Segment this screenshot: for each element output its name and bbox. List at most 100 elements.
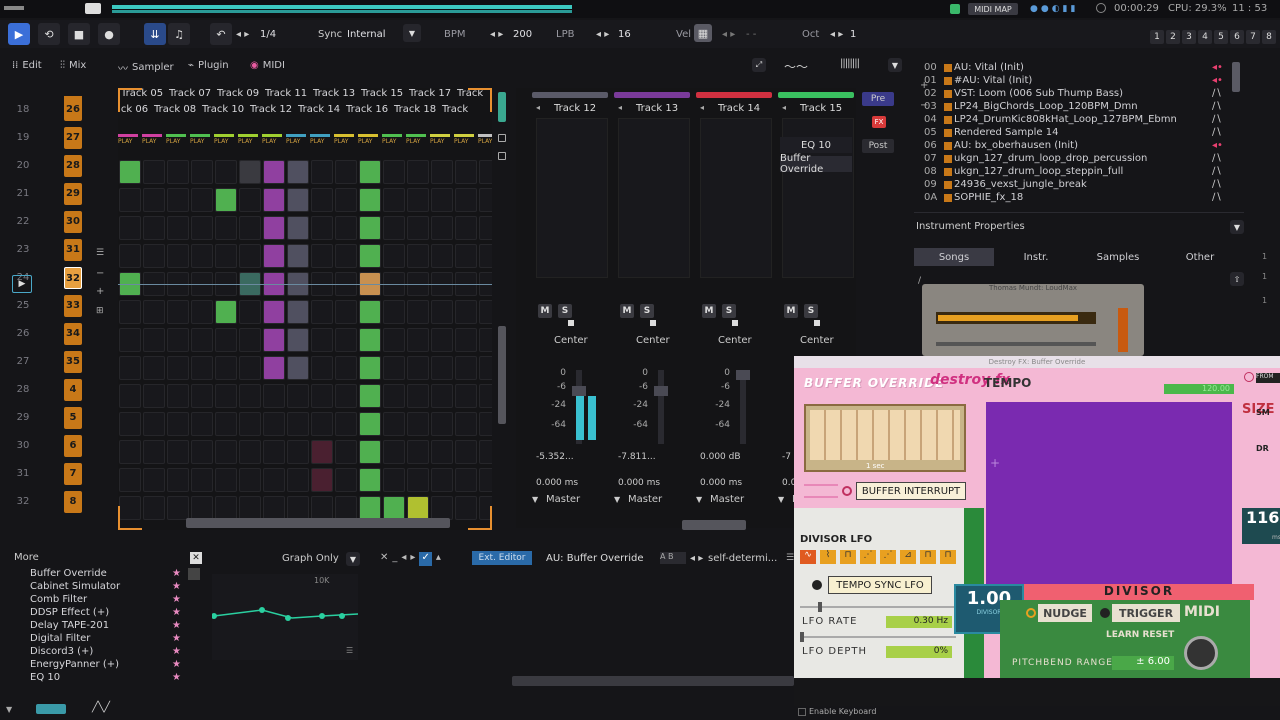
fader-handle[interactable]: [654, 386, 668, 396]
sequence-slot[interactable]: 5: [64, 407, 82, 429]
pattern-cell[interactable]: [167, 160, 189, 184]
route-arrow-icon[interactable]: ▼: [614, 495, 620, 504]
solo-button[interactable]: S: [640, 304, 654, 318]
pattern-cell[interactable]: [287, 300, 309, 324]
track-header-bottom[interactable]: Track 12: [250, 104, 292, 115]
pattern-cell[interactable]: [359, 160, 381, 184]
output-route[interactable]: Master: [710, 494, 744, 505]
pattern-cell[interactable]: [215, 384, 237, 408]
pattern-arrows[interactable]: ◂ ▸: [236, 29, 249, 40]
remove-icon[interactable]: −: [96, 268, 108, 280]
lfo-shapes[interactable]: ∿ ⌇ ⊓ ⋰ ⋰ ⊿ ⊓ ⊓: [800, 550, 956, 564]
pattern-cell[interactable]: [119, 384, 141, 408]
pattern-cell[interactable]: [191, 412, 213, 436]
instrument-name[interactable]: #AU: Vital (Init): [954, 75, 1032, 88]
pattern-cell[interactable]: [119, 412, 141, 436]
edit-mode[interactable]: ⁞⁞ Edit: [12, 60, 42, 71]
pattern-cell[interactable]: [359, 440, 381, 464]
sequence-slot[interactable]: 28: [64, 155, 82, 177]
browser-tab[interactable]: Instr.: [996, 248, 1076, 266]
pattern-cell[interactable]: [239, 216, 261, 240]
mixer-track-name[interactable]: Track 14: [718, 103, 760, 114]
matrix-vertical-scrollbar[interactable]: [498, 326, 506, 424]
pre-button[interactable]: Pre: [862, 92, 894, 106]
instrument-name[interactable]: Rendered Sample 14: [954, 127, 1058, 140]
lfo-triangle-icon[interactable]: ⌇: [820, 550, 836, 564]
pattern-cell[interactable]: [287, 244, 309, 268]
pattern-cell[interactable]: [143, 300, 165, 324]
pattern-cell[interactable]: [191, 300, 213, 324]
instrument-name[interactable]: 24936_vexst_jungle_break: [954, 179, 1087, 192]
lfo-random-icon[interactable]: ⊓: [920, 550, 936, 564]
pattern-cell[interactable]: [239, 160, 261, 184]
pattern-cell[interactable]: [215, 496, 237, 520]
instrument-name[interactable]: ukgn_127_drum_loop_drop_percussion: [954, 153, 1147, 166]
pattern-cell[interactable]: [335, 328, 357, 352]
pattern-cell[interactable]: [455, 244, 477, 268]
preset-bank-icon[interactable]: A B: [660, 552, 686, 564]
sequence-slot[interactable]: 29: [64, 183, 82, 205]
pattern-cell[interactable]: [167, 300, 189, 324]
favorite-star-icon[interactable]: ★: [172, 594, 181, 605]
browser-up-icon[interactable]: ⇧: [1230, 272, 1244, 286]
pattern-cell[interactable]: [143, 356, 165, 380]
pattern-cell[interactable]: [407, 188, 429, 212]
instrument-name[interactable]: LP24_DrumKic808kHat_Loop_127BPM_Ebmn: [954, 114, 1177, 127]
pattern-cell[interactable]: [431, 160, 453, 184]
enable-keyboard-checkbox[interactable]: [798, 708, 806, 716]
buffer-size-display[interactable]: 1 sec: [804, 404, 966, 472]
buffer-interrupt-toggle[interactable]: [842, 486, 852, 496]
pattern-cell[interactable]: [215, 328, 237, 352]
pattern-cell[interactable]: [407, 496, 429, 520]
device-item[interactable]: DDSP Effect (+): [30, 607, 109, 618]
pattern-cell[interactable]: [215, 300, 237, 324]
pattern-cell[interactable]: [263, 244, 285, 268]
pattern-cell[interactable]: [263, 356, 285, 380]
pattern-cell[interactable]: [239, 440, 261, 464]
device-item[interactable]: Cabinet Simulator: [30, 581, 120, 592]
close-icon[interactable]: ✕: [190, 552, 202, 564]
up-icon[interactable]: ▴: [436, 552, 441, 566]
pattern-cell[interactable]: [407, 468, 429, 492]
pattern-cell[interactable]: [335, 188, 357, 212]
pattern-cell[interactable]: [359, 300, 381, 324]
pattern-cell[interactable]: [455, 356, 477, 380]
pattern-cell[interactable]: [407, 160, 429, 184]
pattern-cell[interactable]: [383, 244, 405, 268]
pattern-cell[interactable]: [479, 468, 492, 492]
metronome-icon[interactable]: ♫: [168, 23, 190, 45]
lfo-square-icon[interactable]: ⊓: [840, 550, 856, 564]
sync-value[interactable]: Internal: [347, 29, 386, 40]
pattern-cell[interactable]: [287, 356, 309, 380]
pattern-cell[interactable]: [455, 160, 477, 184]
pattern-cell[interactable]: [431, 300, 453, 324]
ext-editor-button[interactable]: Ext. Editor: [472, 551, 532, 565]
pattern-cell[interactable]: [215, 356, 237, 380]
bpm-value[interactable]: 200: [513, 29, 532, 40]
browser-tab[interactable]: Other: [1160, 248, 1240, 266]
route-arrow-icon[interactable]: ▼: [696, 495, 702, 504]
check-icon[interactable]: ✓: [419, 552, 432, 566]
pattern-cell[interactable]: [383, 468, 405, 492]
vel-grid-icon[interactable]: ▦: [694, 24, 712, 42]
preset-menu-icon[interactable]: ☰: [786, 553, 794, 563]
pattern-cell[interactable]: [479, 356, 492, 380]
lfo-rate-value[interactable]: 0.30 Hz: [886, 616, 952, 628]
post-button[interactable]: Post: [862, 139, 894, 153]
pattern-cell[interactable]: [191, 384, 213, 408]
pattern-cell[interactable]: [167, 440, 189, 464]
pattern-cell[interactable]: [263, 384, 285, 408]
pattern-cell[interactable]: [239, 328, 261, 352]
pattern-cell[interactable]: [119, 440, 141, 464]
loop-button[interactable]: ⟲: [38, 23, 60, 45]
pattern-cell[interactable]: [383, 440, 405, 464]
pattern-cell[interactable]: [311, 160, 333, 184]
pattern-cell[interactable]: [359, 216, 381, 240]
mixer-track-name[interactable]: Track 15: [800, 103, 842, 114]
pattern-cell[interactable]: [119, 468, 141, 492]
pattern-cell[interactable]: [479, 328, 492, 352]
track-arrow-icon[interactable]: ◂: [618, 103, 622, 112]
pattern-cell[interactable]: [239, 496, 261, 520]
pattern-cell[interactable]: [191, 440, 213, 464]
pattern-cell[interactable]: [431, 356, 453, 380]
